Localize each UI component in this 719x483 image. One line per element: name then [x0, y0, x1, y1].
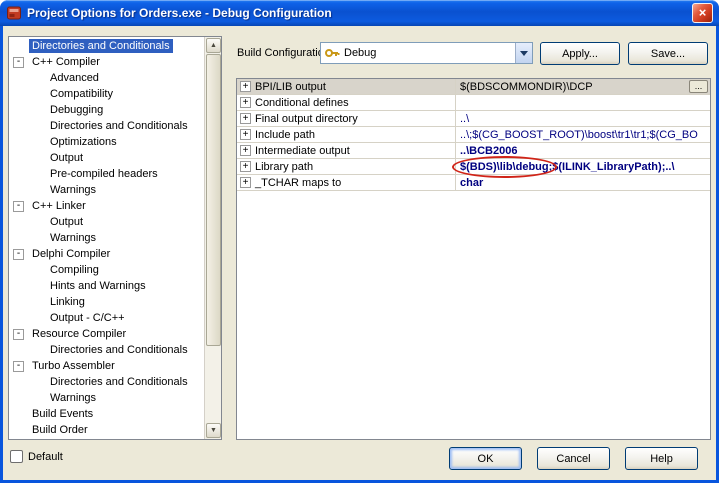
- tree-item-delphi-compiler[interactable]: -Delphi Compiler: [9, 246, 204, 262]
- property-value-rest[interactable]: $(ILINK_LibraryPath);..\: [552, 161, 674, 173]
- scrollbar-thumb[interactable]: [206, 54, 221, 346]
- tree-item-advanced[interactable]: Advanced: [9, 70, 204, 86]
- app-icon: [6, 5, 22, 21]
- build-configuration-label: Build Configuration:: [237, 47, 333, 59]
- expand-icon[interactable]: +: [240, 81, 251, 92]
- property-row-conditional-defines[interactable]: + Conditional defines: [237, 95, 710, 111]
- tree-item-directories-and-conditionals[interactable]: Directories and Conditionals: [9, 38, 204, 54]
- collapse-icon[interactable]: -: [13, 361, 24, 372]
- tree-item-compatibility[interactable]: Compatibility: [9, 86, 204, 102]
- default-checkbox[interactable]: [10, 450, 23, 463]
- expand-icon[interactable]: +: [240, 97, 251, 108]
- tree-item-directories-and-conditionals-rc[interactable]: Directories and Conditionals: [9, 342, 204, 358]
- property-value[interactable]: char: [460, 177, 483, 189]
- tree-item-compiling[interactable]: Compiling: [9, 262, 204, 278]
- window-title: Project Options for Orders.exe - Debug C…: [27, 6, 692, 20]
- tree-item-hints-and-warnings[interactable]: Hints and Warnings: [9, 278, 204, 294]
- title-bar: Project Options for Orders.exe - Debug C…: [0, 0, 719, 26]
- tree-item-directories-and-conditionals-tasm[interactable]: Directories and Conditionals: [9, 374, 204, 390]
- tree-item-precompiled-headers[interactable]: Pre-compiled headers: [9, 166, 204, 182]
- key-icon: [324, 45, 340, 61]
- property-name: Final output directory: [255, 113, 358, 125]
- tree-scrollbar[interactable]: ▲ ▼: [204, 37, 221, 439]
- property-name: BPI/LIB output: [255, 81, 326, 93]
- expand-icon[interactable]: +: [240, 177, 251, 188]
- property-value[interactable]: ..\: [460, 113, 469, 125]
- tree-item-directories-and-conditionals-cpp[interactable]: Directories and Conditionals: [9, 118, 204, 134]
- default-label: Default: [28, 451, 63, 463]
- options-tree: Directories and Conditionals -C++ Compil…: [8, 36, 222, 440]
- tree-item-linker-warnings[interactable]: Warnings: [9, 230, 204, 246]
- build-config-select[interactable]: Debug: [320, 42, 533, 64]
- expand-icon[interactable]: +: [240, 161, 251, 172]
- property-name: Library path: [255, 161, 313, 173]
- expand-icon[interactable]: +: [240, 145, 251, 156]
- dialog-body: Directories and Conditionals -C++ Compil…: [3, 26, 716, 480]
- help-button[interactable]: Help: [625, 447, 698, 470]
- tree-item-output-c-cpp[interactable]: Output - C/C++: [9, 310, 204, 326]
- chevron-down-icon: [520, 51, 528, 56]
- collapse-icon[interactable]: -: [13, 329, 24, 340]
- property-row-intermediate-output[interactable]: + Intermediate output ..\BCB2006: [237, 143, 710, 159]
- tree-item-cpp-compiler[interactable]: -C++ Compiler: [9, 54, 204, 70]
- build-config-value: Debug: [344, 47, 515, 59]
- property-name: _TCHAR maps to: [255, 177, 341, 189]
- tree-item-label-selected: Directories and Conditionals: [29, 39, 173, 53]
- tree-items: Directories and Conditionals -C++ Compil…: [9, 38, 204, 439]
- tree-item-output[interactable]: Output: [9, 150, 204, 166]
- tree-item-linker-output[interactable]: Output: [9, 214, 204, 230]
- tree-item-optimizations[interactable]: Optimizations: [9, 134, 204, 150]
- property-row-include-path[interactable]: + Include path ..\;$(CG_BOOST_ROOT)\boost…: [237, 127, 710, 143]
- expand-icon[interactable]: +: [240, 113, 251, 124]
- collapse-icon[interactable]: -: [13, 201, 24, 212]
- tree-item-build-events[interactable]: Build Events: [9, 406, 204, 422]
- tree-item-cpp-linker[interactable]: -C++ Linker: [9, 198, 204, 214]
- tree-indent: [13, 409, 24, 420]
- property-row-bpi-lib-output[interactable]: + BPI/LIB output $(BDSCOMMONDIR)\DCP ...: [237, 79, 710, 95]
- collapse-icon[interactable]: -: [13, 249, 24, 260]
- scroll-down-icon[interactable]: ▼: [206, 423, 221, 438]
- property-row-tchar-maps-to[interactable]: + _TCHAR maps to char: [237, 175, 710, 191]
- tree-indent: [13, 41, 24, 52]
- property-grid: +BPI/LIB output $(BDSCOMMONDIR)\DCP ... …: [236, 78, 711, 440]
- library-path-circled-value[interactable]: $(BDS)\lib\debug;: [460, 161, 552, 173]
- close-button[interactable]: ×: [692, 3, 713, 23]
- property-value[interactable]: ..\;$(CG_BOOST_ROOT)\boost\tr1\tr1;$(CG_…: [460, 129, 698, 141]
- property-value[interactable]: ..\BCB2006: [460, 145, 517, 157]
- property-row-library-path[interactable]: + Library path $(BDS)\lib\debug;$(ILINK_L…: [237, 159, 710, 175]
- save-button[interactable]: Save...: [628, 42, 708, 65]
- tree-item-resource-compiler[interactable]: -Resource Compiler: [9, 326, 204, 342]
- property-name: Include path: [255, 129, 315, 141]
- property-name: Conditional defines: [255, 97, 349, 109]
- property-row-final-output-directory[interactable]: + Final output directory ..\: [237, 111, 710, 127]
- cancel-button[interactable]: Cancel: [537, 447, 610, 470]
- collapse-icon[interactable]: -: [13, 57, 24, 68]
- expand-icon[interactable]: +: [240, 129, 251, 140]
- dropdown-button[interactable]: [515, 43, 532, 63]
- ok-button[interactable]: OK: [449, 447, 522, 470]
- property-name: Intermediate output: [255, 145, 350, 157]
- tree-item-warnings[interactable]: Warnings: [9, 182, 204, 198]
- tree-item-turbo-assembler[interactable]: -Turbo Assembler: [9, 358, 204, 374]
- tree-item-debugging[interactable]: Debugging: [9, 102, 204, 118]
- scroll-up-icon[interactable]: ▲: [206, 38, 221, 53]
- tree-item-linking[interactable]: Linking: [9, 294, 204, 310]
- ellipsis-button[interactable]: ...: [689, 80, 708, 93]
- property-value[interactable]: $(BDSCOMMONDIR)\DCP: [460, 81, 593, 93]
- project-options-dialog: Project Options for Orders.exe - Debug C…: [0, 0, 719, 483]
- apply-button[interactable]: Apply...: [540, 42, 620, 65]
- tree-indent: [13, 425, 24, 436]
- tree-item-tasm-warnings[interactable]: Warnings: [9, 390, 204, 406]
- property-value: $(BDS)\lib\debug;: [460, 161, 552, 173]
- tree-item-build-order[interactable]: Build Order: [9, 422, 204, 438]
- default-option[interactable]: Default: [10, 450, 63, 463]
